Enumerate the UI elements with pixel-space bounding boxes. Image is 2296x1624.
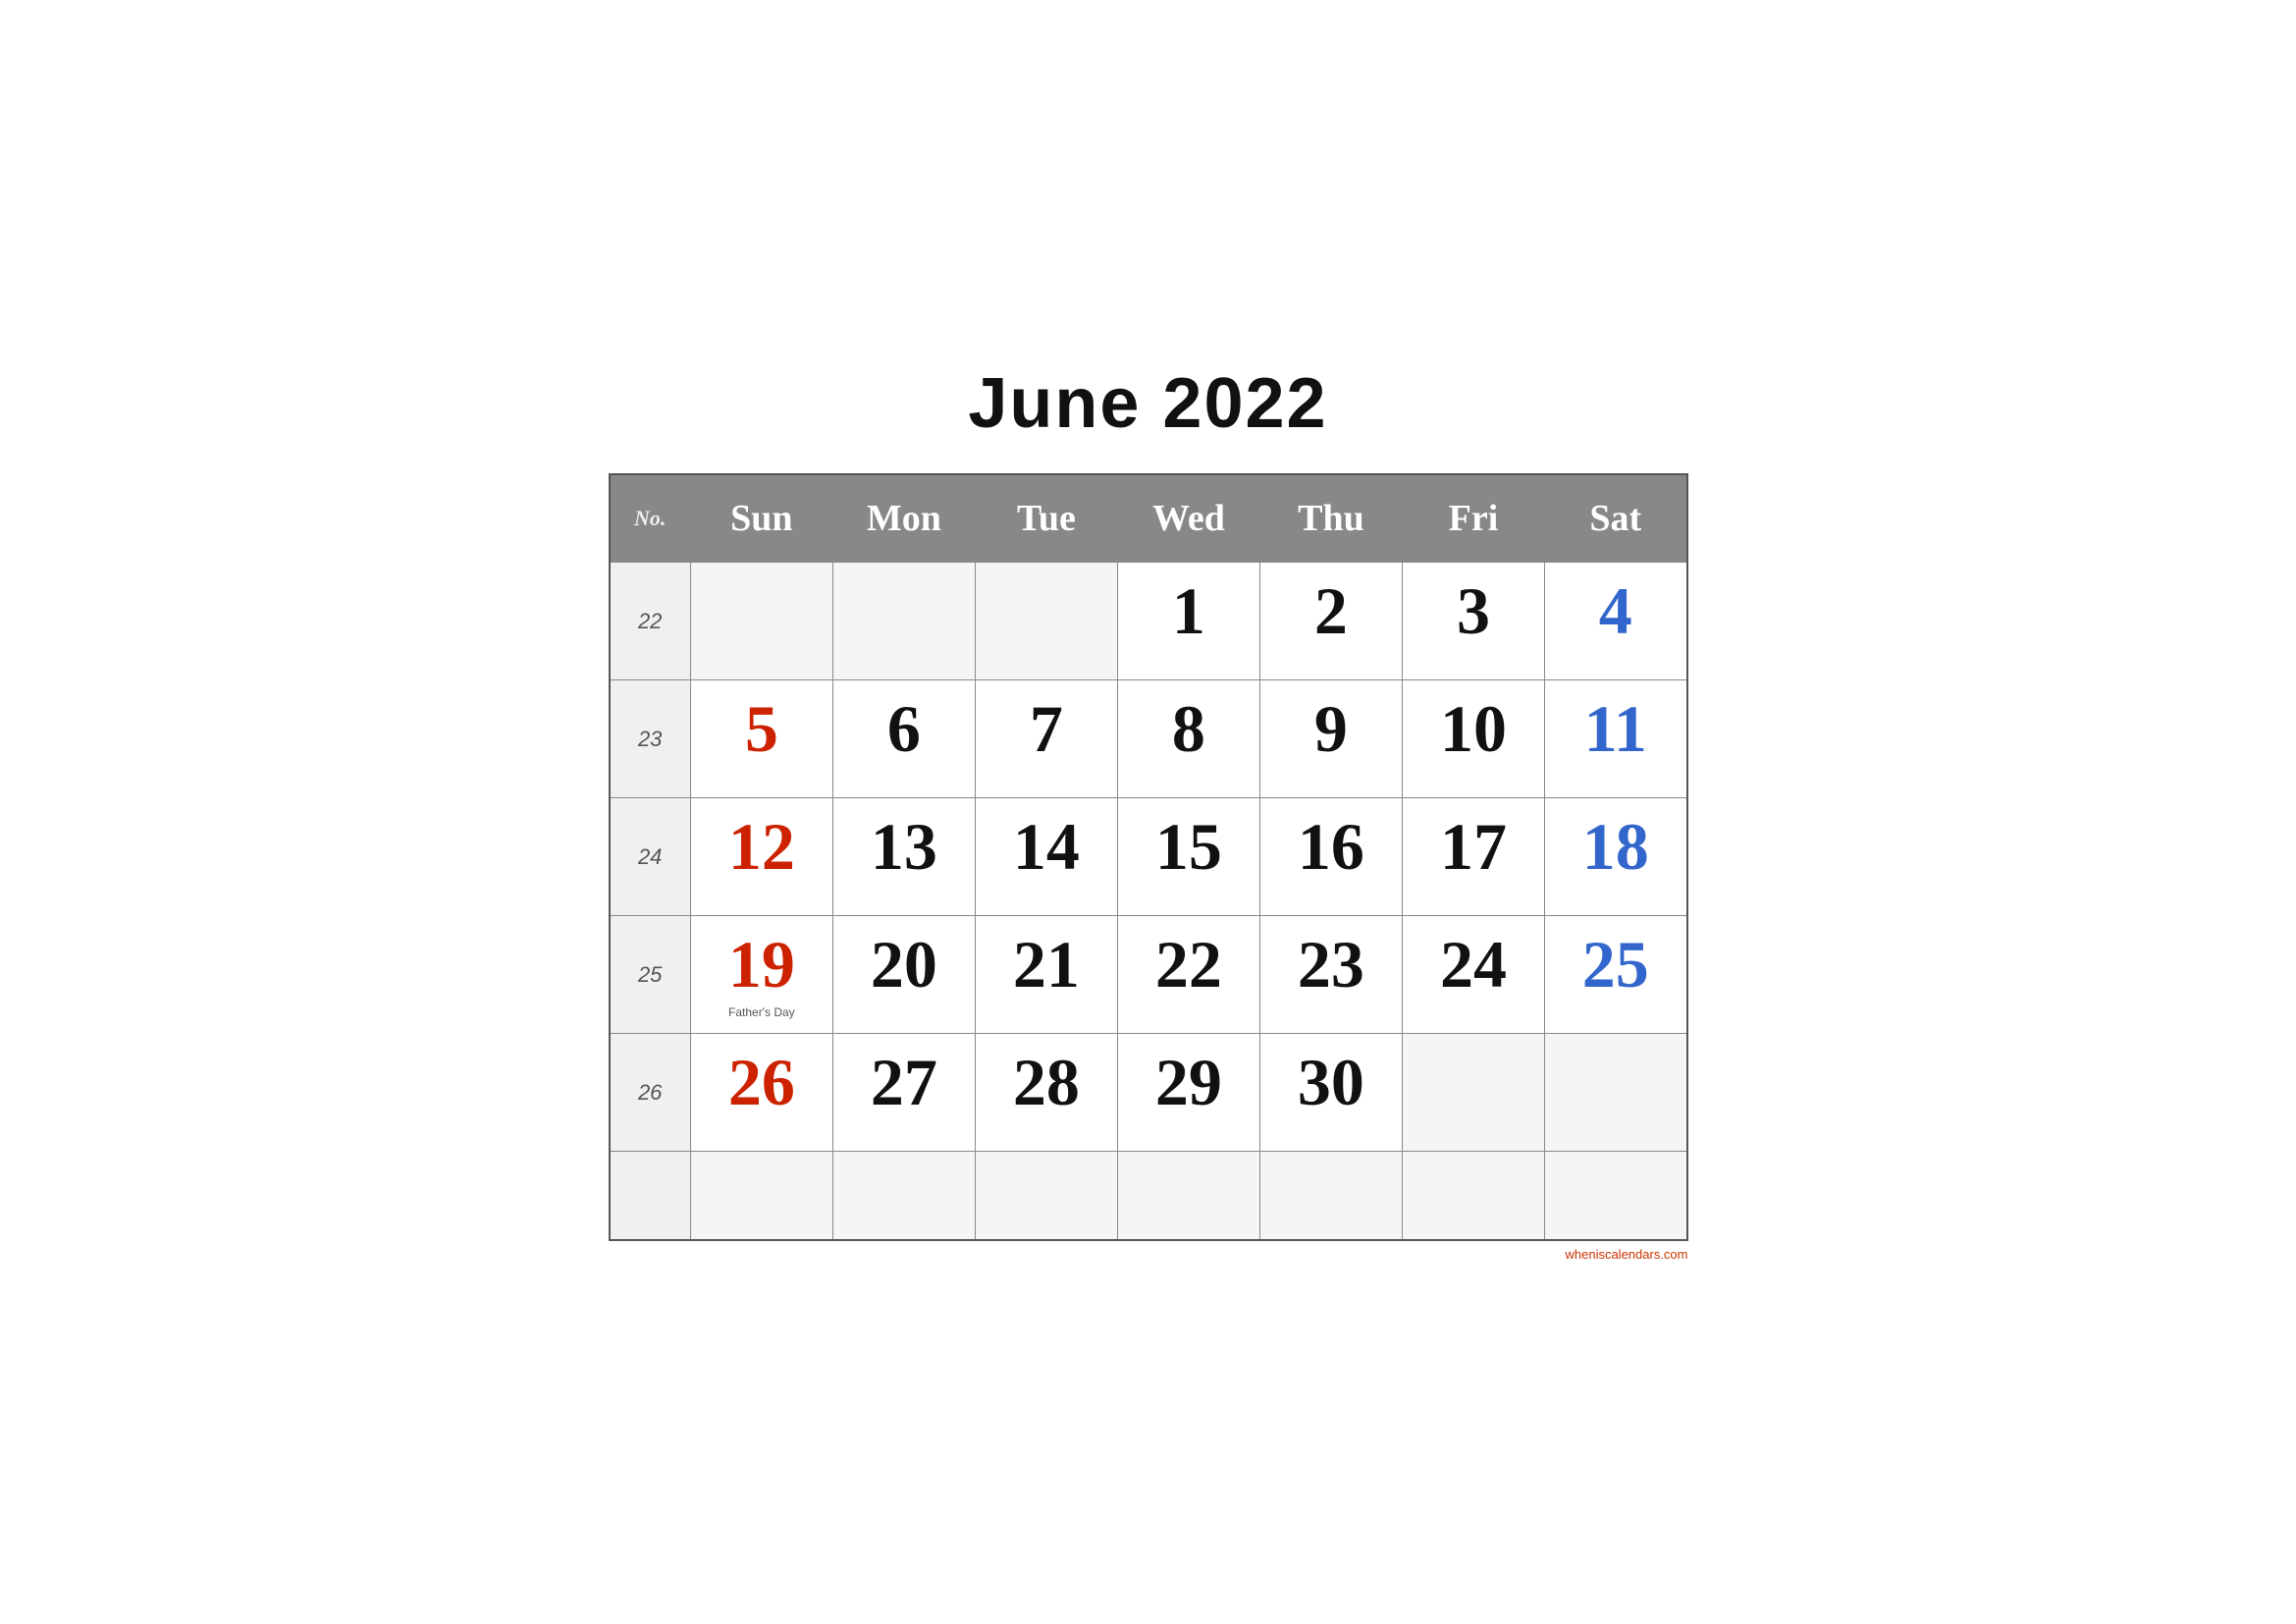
header-mon: Mon [832,474,975,563]
day-number: 17 [1440,809,1507,884]
week-number [610,1152,691,1240]
week-number: 25 [610,916,691,1034]
day-cell: 27 [832,1034,975,1152]
week-number: 26 [610,1034,691,1152]
day-cell: 26 [690,1034,832,1152]
day-cell: 5 [690,680,832,798]
day-cell: 8 [1117,680,1259,798]
day-number: 2 [1314,573,1348,648]
holiday-label: Father's Day [701,1005,823,1019]
day-cell: 12 [690,798,832,916]
day-cell: 7 [975,680,1117,798]
day-cell: 14 [975,798,1117,916]
day-number: 24 [1440,927,1507,1001]
day-cell: 10 [1402,680,1544,798]
day-cell: 22 [1117,916,1259,1034]
calendar-title: June 2022 [609,363,1688,444]
day-cell: 21 [975,916,1117,1034]
day-number: 15 [1155,809,1222,884]
day-number: 11 [1584,691,1647,766]
day-number: 21 [1013,927,1080,1001]
week-number: 24 [610,798,691,916]
header-sun: Sun [690,474,832,563]
day-cell: 25 [1544,916,1686,1034]
calendar-wrapper: June 2022 No. Sun Mon Tue Wed Thu Fri Sa… [609,363,1688,1262]
day-cell: 2 [1259,563,1402,680]
day-number: 12 [728,809,795,884]
day-cell: 19 Father's Day [690,916,832,1034]
day-cell [1402,1152,1544,1240]
day-cell: 20 [832,916,975,1034]
day-number: 5 [745,691,778,766]
header-thu: Thu [1259,474,1402,563]
day-cell: 9 [1259,680,1402,798]
day-number: 30 [1298,1045,1364,1119]
day-cell: 6 [832,680,975,798]
day-number: 18 [1582,809,1649,884]
watermark-link[interactable]: wheniscalendars.com [1565,1247,1687,1262]
header-fri: Fri [1402,474,1544,563]
day-cell: 4 [1544,563,1686,680]
day-cell: 16 [1259,798,1402,916]
day-cell: 1 [1117,563,1259,680]
day-cell [975,563,1117,680]
day-number: 4 [1599,573,1632,648]
day-number: 10 [1440,691,1507,766]
day-number: 20 [871,927,937,1001]
day-cell: 24 [1402,916,1544,1034]
day-cell [832,563,975,680]
watermark: wheniscalendars.com [609,1247,1688,1262]
day-cell [1402,1034,1544,1152]
day-number: 16 [1298,809,1364,884]
day-number: 14 [1013,809,1080,884]
day-number: 28 [1013,1045,1080,1119]
day-cell [690,1152,832,1240]
day-number: 26 [728,1045,795,1119]
header-wed: Wed [1117,474,1259,563]
day-cell: 18 [1544,798,1686,916]
header-tue: Tue [975,474,1117,563]
day-number: 9 [1314,691,1348,766]
day-number: 29 [1155,1045,1222,1119]
day-cell: 13 [832,798,975,916]
day-number: 13 [871,809,937,884]
day-number: 1 [1172,573,1205,648]
week-number: 23 [610,680,691,798]
day-number: 7 [1030,691,1063,766]
day-cell [1117,1152,1259,1240]
header-no: No. [610,474,691,563]
day-number: 6 [887,691,921,766]
day-cell [1544,1152,1686,1240]
day-cell [1259,1152,1402,1240]
day-cell [1544,1034,1686,1152]
day-number: 8 [1172,691,1205,766]
day-cell: 30 [1259,1034,1402,1152]
day-number: 19 [728,927,795,1001]
day-number: 22 [1155,927,1222,1001]
day-cell [832,1152,975,1240]
day-cell: 3 [1402,563,1544,680]
day-number: 25 [1582,927,1649,1001]
week-number: 22 [610,563,691,680]
day-cell: 28 [975,1034,1117,1152]
day-cell: 29 [1117,1034,1259,1152]
calendar-table: No. Sun Mon Tue Wed Thu Fri Sat 22123423… [609,473,1688,1241]
header-sat: Sat [1544,474,1686,563]
day-cell: 15 [1117,798,1259,916]
day-cell [690,563,832,680]
day-cell: 11 [1544,680,1686,798]
day-number: 3 [1457,573,1490,648]
day-cell: 17 [1402,798,1544,916]
day-number: 27 [871,1045,937,1119]
day-cell: 23 [1259,916,1402,1034]
day-cell [975,1152,1117,1240]
day-number: 23 [1298,927,1364,1001]
